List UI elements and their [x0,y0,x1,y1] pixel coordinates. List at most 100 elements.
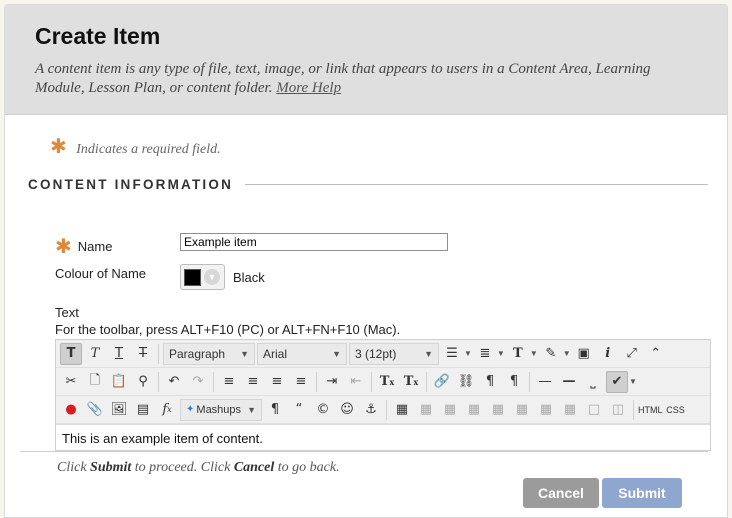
redo-icon[interactable]: ↷ [187,371,209,393]
horizontal-rule-icon[interactable]: — [534,371,556,393]
paste-icon[interactable]: 📋 [108,371,130,393]
text-strikethrough-icon[interactable]: T [132,343,154,365]
chevron-down-icon[interactable]: ▼ [464,349,472,358]
spellcheck-icon[interactable]: ✔ [606,370,628,393]
align-center-icon[interactable]: ≡ [242,371,264,393]
toolbar-hint: For the toolbar, press ALT+F10 (PC) or A… [55,322,401,337]
bullet-list-icon[interactable]: ☰ [441,343,463,365]
align-right-icon[interactable]: ≡ [266,371,288,393]
image-icon[interactable]: 🖼 [108,399,130,421]
toolbar-row-2: ✂ 🗋 📋 ⚲ ↶ ↷ ≡ ≡ ≡ ≡ ⇥ ⇤ Tx Tx 🔗 ⛓ ¶ ¶ — … [56,368,710,396]
table-row-after-icon[interactable]: ▦ [439,399,461,421]
align-left-icon[interactable]: ≡ [218,371,240,393]
submit-button[interactable]: Submit [602,478,682,508]
size-select-value: 3 (12pt) [355,346,397,361]
subscript-icon[interactable]: Tx [400,371,422,393]
unlink-icon[interactable]: ⛓ [455,371,477,393]
footer-text-2: to proceed. Click [131,460,234,475]
html-source-button[interactable]: HTML [638,399,663,421]
attach-file-icon[interactable]: 📎 [84,399,106,421]
font-select[interactable]: Arial ▼ [257,342,347,365]
text-underline-icon[interactable]: T [108,343,130,365]
math-formula-icon[interactable]: fx [156,399,178,421]
paragraph-select-value: Paragraph [169,346,226,361]
separator [316,371,317,392]
text-label: Text [55,305,79,320]
required-note-text: Indicates a required field. [76,142,221,157]
table-delete-row-icon[interactable]: ▦ [463,399,485,421]
paragraph-select[interactable]: Paragraph ▼ [163,342,255,365]
chevron-down-icon: ▼ [424,348,433,359]
footer-text-3: to go back. [274,460,340,475]
table-merge-icon[interactable]: ▦ [559,399,581,421]
cancel-button[interactable]: Cancel [523,478,599,508]
table-col-before-icon[interactable]: ▦ [487,399,509,421]
collapse-icon[interactable]: ⌃ [645,343,667,365]
page-title: Create Item [35,23,161,49]
footer-submit-word: Submit [90,460,132,475]
chevron-down-icon[interactable]: ▼ [563,349,571,358]
separator [426,371,427,392]
undo-icon[interactable]: ↶ [163,371,185,393]
superscript-icon[interactable]: Tx [376,371,398,393]
table-split-icon[interactable]: ◫ [607,399,629,421]
blockquote-icon[interactable]: “ [288,399,310,421]
separator [633,399,634,420]
chevron-down-icon[interactable]: ▼ [530,349,538,358]
align-justify-icon[interactable]: ≡ [290,371,312,393]
text-bold-style-icon[interactable]: T [60,342,82,365]
anchor-icon[interactable]: ⚓ [360,399,382,421]
find-icon[interactable]: ⚲ [132,371,154,393]
table-row-before-icon[interactable]: ▦ [415,399,437,421]
youtube-icon[interactable]: ● [60,399,82,421]
copyright-icon[interactable]: © [312,399,334,421]
emoticon-icon[interactable]: ☺ [336,399,358,421]
indent-icon[interactable]: ⇥ [321,371,343,393]
rtl-icon[interactable]: ¶ [503,371,525,393]
footer-text-1: Click [57,460,91,475]
media-icon[interactable]: ▤ [132,399,154,421]
footer-cancel-word: Cancel [233,460,275,475]
chevron-down-icon[interactable]: ▼ [629,377,637,386]
chevron-down-icon: ▼ [247,404,256,415]
footer-divider [20,451,708,452]
table-cell-props-icon[interactable]: □ [583,399,605,421]
colour-value: Black [233,270,265,285]
name-required-icon: ✱ [55,234,72,258]
required-note: ✱ Indicates a required field. [50,134,221,158]
name-label-text: Name [77,238,113,254]
text-format-icon[interactable]: T [507,343,529,365]
copy-icon[interactable]: 🗋 [84,371,106,393]
css-button[interactable]: CSS [665,399,687,421]
colour-picker[interactable]: ▼ [180,264,225,290]
info-icon[interactable]: i [597,343,619,365]
text-editor: T T T T Paragraph ▼ Arial ▼ 3 (12pt) ▼ ☰ ▼ ≣… [55,339,711,451]
highlight-pen-icon[interactable]: ✎ [540,343,562,365]
page-description: A content item is any type of file, text… [35,60,695,98]
chevron-down-icon[interactable]: ▼ [497,349,505,358]
nonbreaking-space-icon[interactable]: ⎵ [582,371,604,393]
section-divider [245,184,708,185]
paragraph-mark-icon[interactable]: ¶ [264,399,286,421]
separator [158,371,159,392]
name-input[interactable] [180,233,448,251]
table-icon[interactable]: ▦ [391,399,413,421]
thick-rule-icon[interactable]: — [558,371,580,393]
text-italic-icon[interactable]: T [84,343,106,365]
table-col-after-icon[interactable]: ▦ [511,399,533,421]
chevron-down-icon: ▼ [332,348,341,359]
fullscreen-icon[interactable]: ⤢ [621,343,643,365]
cut-icon[interactable]: ✂ [60,371,82,393]
more-help-link[interactable]: More Help [276,80,341,96]
colour-swatch [184,268,201,286]
ltr-icon[interactable]: ¶ [479,371,501,393]
mashups-select[interactable]: ✦ Mashups ▼ [180,398,262,421]
table-delete-col-icon[interactable]: ▦ [535,399,557,421]
link-icon[interactable]: 🔗 [431,371,453,393]
section-header: CONTENT INFORMATION [28,177,708,192]
editor-content[interactable]: This is an example item of content. [56,424,710,450]
size-select[interactable]: 3 (12pt) ▼ [349,342,439,365]
preview-icon[interactable]: ▣ [573,343,595,365]
numbered-list-icon[interactable]: ≣ [474,343,496,365]
outdent-icon[interactable]: ⇤ [345,371,367,393]
